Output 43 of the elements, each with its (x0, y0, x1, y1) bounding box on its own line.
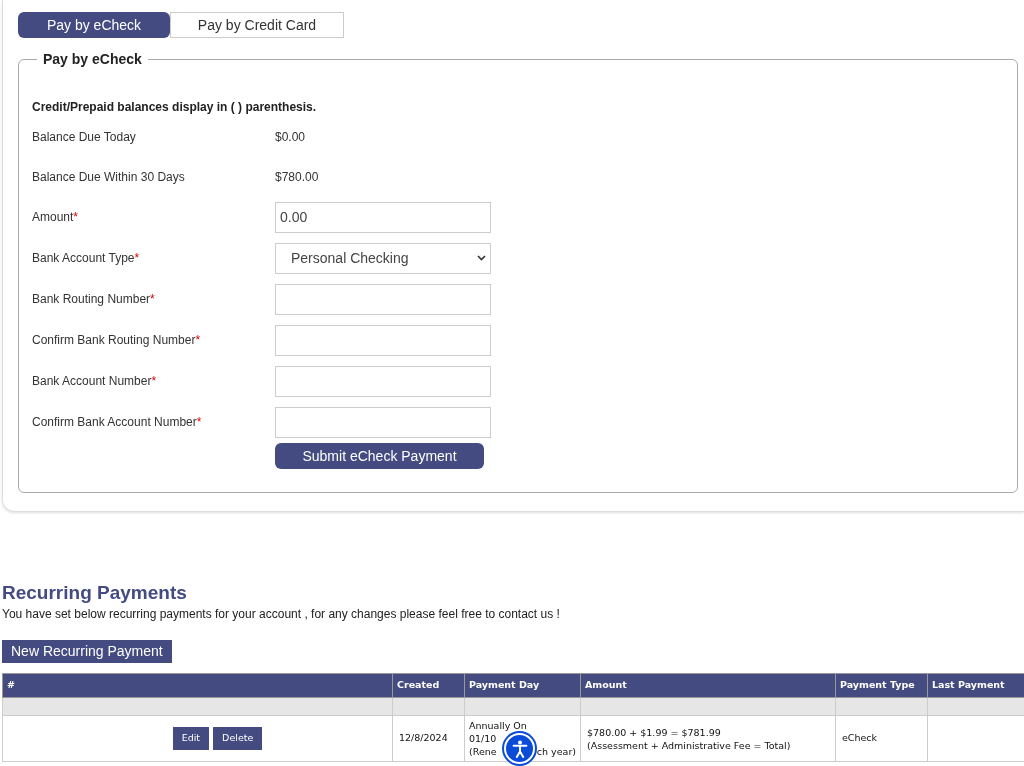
accessibility-icon (511, 739, 528, 758)
balance-label: Balance Due Within 30 Days (32, 169, 186, 186)
balance-label: Balance Due Today (32, 129, 137, 146)
account-type-select[interactable]: Personal Checking (275, 242, 491, 274)
table-cell: (Rene (469, 745, 497, 758)
text-field[interactable] (275, 365, 491, 397)
table-cell: 12/8/2024 (392, 715, 465, 762)
field-label: Amount* (32, 209, 80, 226)
row-action-button[interactable]: Edit (172, 727, 210, 750)
text-field[interactable] (275, 324, 491, 356)
column-header: Created (392, 673, 465, 698)
table-cell-text: (Assessment + Administrative Fee = Total) (587, 738, 792, 752)
new-recurring-button[interactable]: New Recurring Payment (2, 640, 172, 663)
panel-title: Pay by eCheck (42, 50, 143, 69)
tab[interactable]: Pay by eCheck (18, 12, 170, 38)
balance-value: $0.00 (275, 129, 306, 146)
column-header: Payment Day (464, 673, 581, 698)
text-field[interactable]: 0.00 (275, 201, 491, 233)
row-action-button[interactable]: Delete (213, 727, 263, 750)
text-field[interactable] (275, 406, 491, 438)
section-description: You have set below recurring payments for your account , for any changes please feel free to contact us ! (2, 606, 561, 623)
balance-value: $780.00 (275, 169, 319, 186)
column-header: # (2, 673, 393, 698)
column-header: Amount (580, 673, 836, 698)
table-cell-text: 01/10 (469, 732, 498, 745)
table-cell-text: Annually On (469, 719, 528, 732)
field-label: Bank Account Type* (32, 250, 141, 267)
column-header: Payment Type (835, 673, 928, 698)
table-cell-text: $780.00 + $1.99 = $781.99 (587, 725, 722, 739)
field-label: Confirm Bank Account Number* (32, 414, 203, 431)
text-field[interactable] (275, 283, 491, 315)
tab[interactable]: Pay by Credit Card (170, 12, 344, 38)
field-label: Bank Account Number* (32, 373, 158, 390)
section-title: Recurring Payments (2, 582, 188, 604)
table-cell: ch year) (536, 745, 576, 758)
field-label: Bank Routing Number* (32, 291, 156, 308)
field-label: Confirm Bank Routing Number* (32, 332, 202, 349)
column-header: Last Payment (927, 673, 1024, 698)
submit-button[interactable]: Submit eCheck Payment (275, 443, 484, 469)
chevron-down-icon (477, 255, 486, 261)
accessibility-button[interactable] (504, 733, 535, 764)
table-cell: eCheck (835, 715, 928, 762)
balance-note: Credit/Prepaid balances display in ( ) parenthesis. (32, 99, 318, 116)
